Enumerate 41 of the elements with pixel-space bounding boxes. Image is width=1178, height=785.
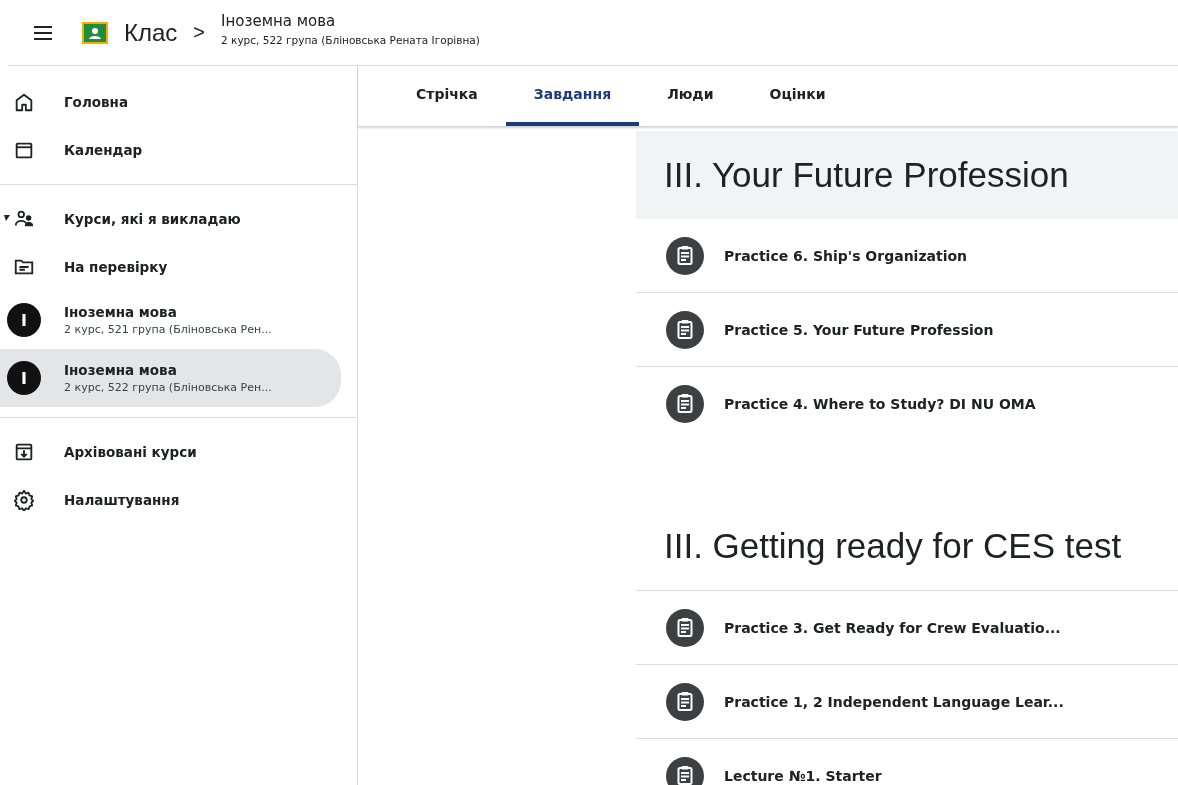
tab[interactable]: Завдання bbox=[505, 66, 640, 126]
caret-icon[interactable] bbox=[4, 215, 10, 221]
app-name[interactable]: Клас bbox=[124, 18, 178, 47]
course-avatar: I bbox=[7, 303, 41, 337]
archive-icon bbox=[13, 441, 35, 463]
assignment-title[interactable]: Practice 3. Get Ready for Crew Evaluatio... bbox=[724, 619, 1061, 636]
assignment-icon bbox=[666, 608, 704, 647]
assignment-icon bbox=[666, 236, 704, 275]
sidebar-item[interactable]: На перевірку bbox=[0, 243, 341, 291]
assignment-icon bbox=[666, 682, 704, 721]
course-subtitle: 2 курс, 522 група (Бліновська Рен... bbox=[64, 381, 272, 394]
course-item[interactable]: I Іноземна мова 2 курс, 522 група (Бліновська Рен... bbox=[0, 349, 341, 407]
assignment-title[interactable]: Lecture №1. Starter bbox=[724, 767, 882, 784]
assignment-icon bbox=[666, 310, 704, 349]
assignment-title[interactable]: Practice 5. Your Future Profession bbox=[724, 321, 994, 338]
breadcrumb-separator: > bbox=[193, 21, 206, 44]
topic-title: III. Getting ready for CES test bbox=[636, 502, 1178, 591]
sidebar-item[interactable]: Налаштування bbox=[0, 476, 341, 524]
assignment-icon bbox=[666, 384, 704, 423]
assignment-title[interactable]: Practice 6. Ship's Organization bbox=[724, 247, 968, 264]
tab[interactable]: Стрічка bbox=[396, 66, 506, 126]
class-title: Іноземна мова bbox=[221, 11, 337, 30]
course-name: Іноземна мова bbox=[64, 304, 178, 320]
tab[interactable]: Люди bbox=[639, 66, 742, 126]
sidebar-item[interactable]: Календар bbox=[0, 126, 341, 174]
sidebar-item[interactable]: Головна bbox=[0, 78, 341, 126]
course-avatar: I bbox=[7, 361, 41, 395]
course-name: Іноземна мова bbox=[64, 362, 178, 378]
settings-icon bbox=[13, 489, 35, 511]
class-subtitle: 2 курс, 522 група (Бліновська Рената Ігорівна) bbox=[221, 33, 480, 46]
menu-icon[interactable] bbox=[34, 25, 52, 40]
sidebar-item[interactable]: Курси, які я викладаю bbox=[0, 195, 341, 243]
topic-title: III. Your Future Profession bbox=[636, 131, 1178, 219]
course-subtitle: 2 курс, 521 група (Бліновська Рен... bbox=[64, 323, 272, 336]
tab[interactable]: Оцінки bbox=[741, 66, 854, 126]
home-icon bbox=[13, 91, 35, 113]
course-item[interactable]: I Іноземна мова 2 курс, 521 група (Бліновська Рен... bbox=[0, 291, 341, 349]
assignment-title[interactable]: Practice 4. Where to Study? DI NU OMA bbox=[724, 395, 1036, 412]
assignment-title[interactable]: Practice 1, 2 Independent Language Lear... bbox=[724, 693, 1064, 710]
logo-icon bbox=[82, 21, 108, 44]
sidebar-item[interactable]: Архівовані курси bbox=[0, 428, 341, 476]
